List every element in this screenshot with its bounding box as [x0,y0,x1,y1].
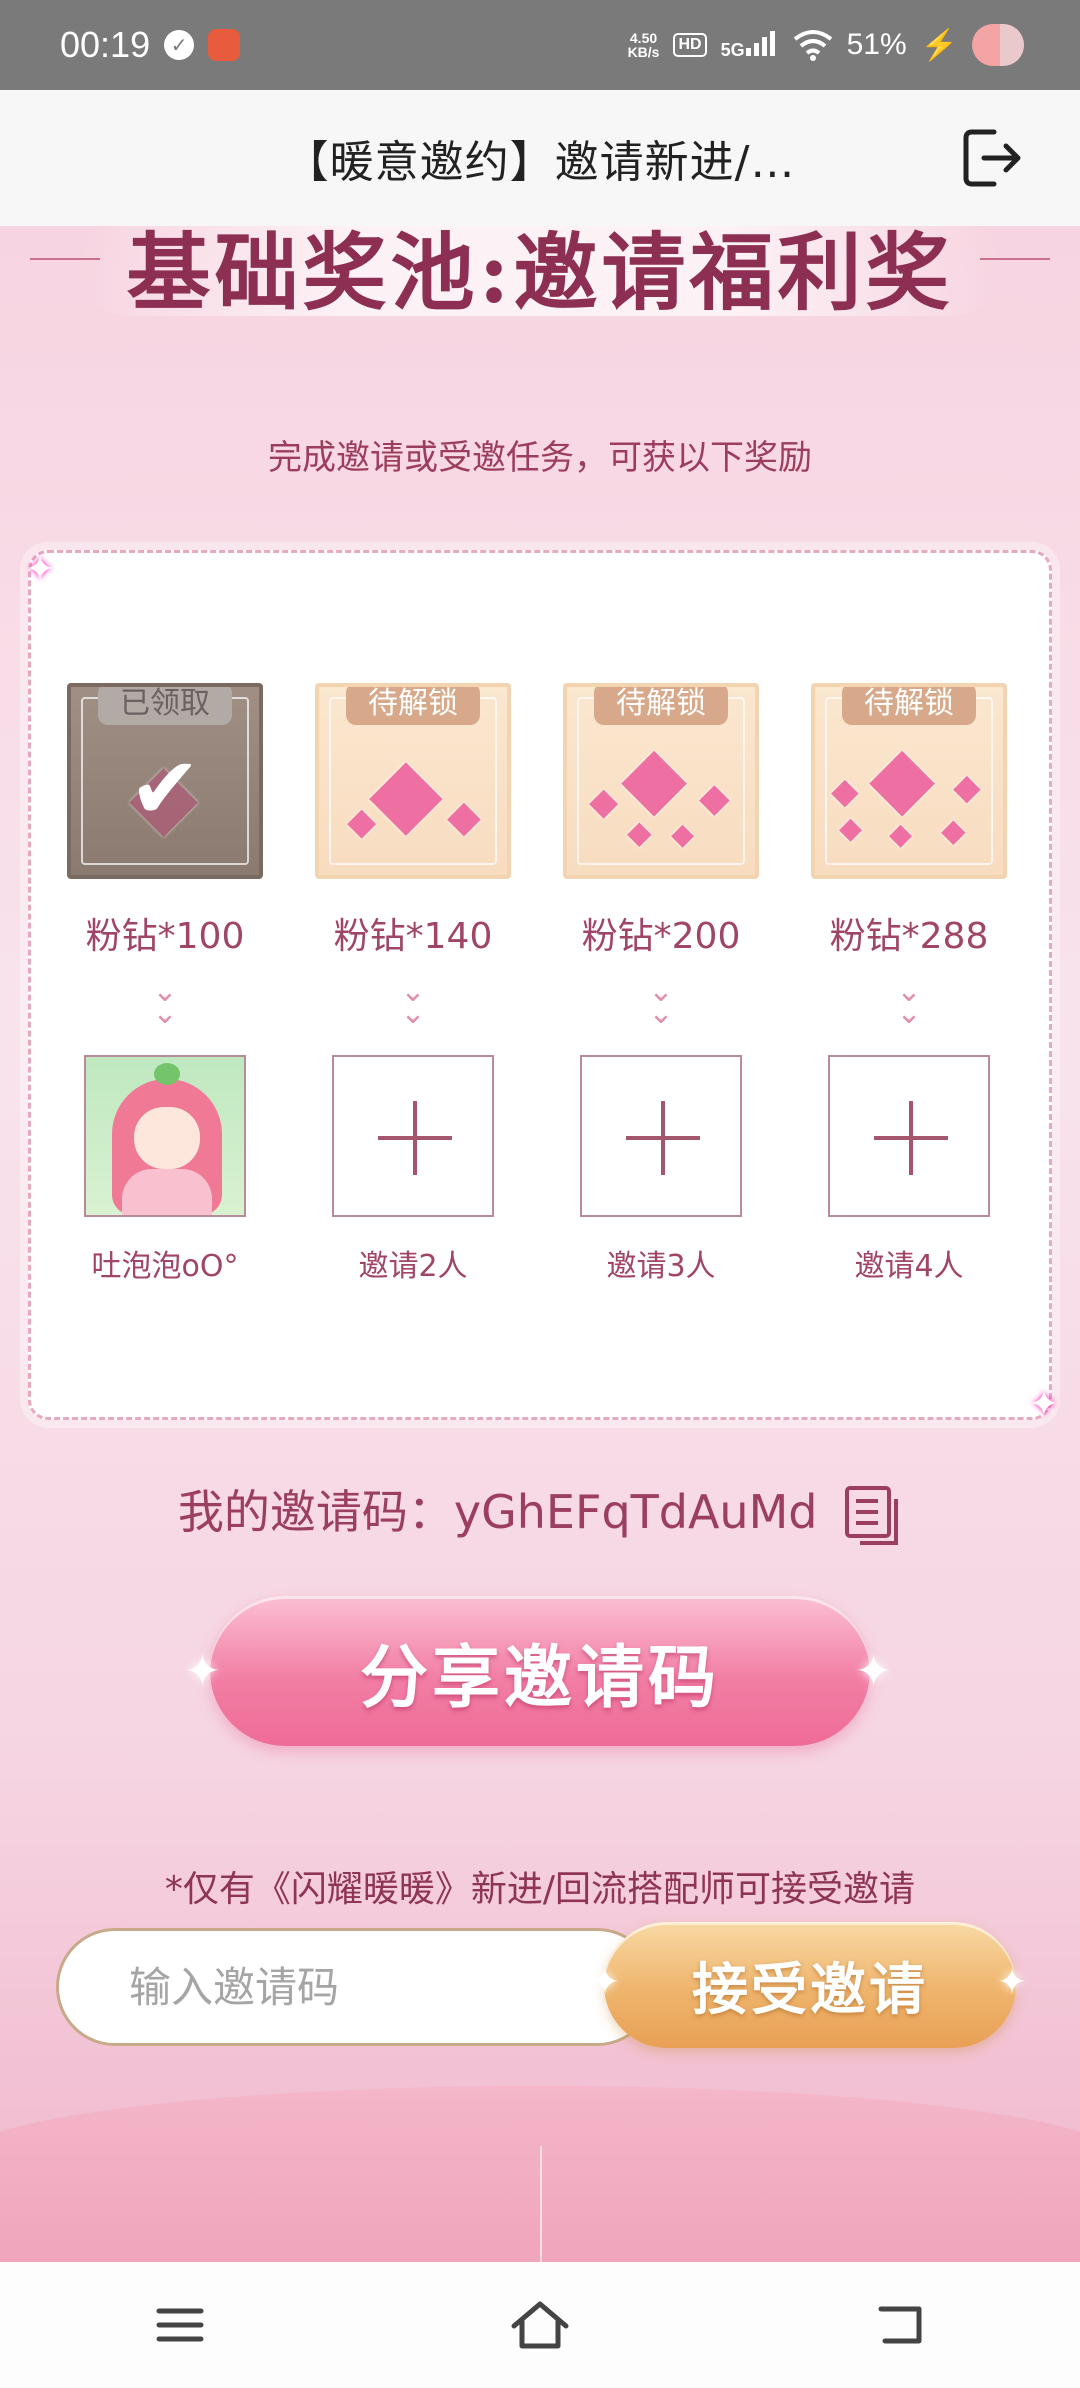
status-bar: 00:19 ✓ 4.50 KB/s HD 5G 51% ⚡ [0,0,1080,90]
sparkle-icon: ✦ [184,1646,225,1697]
invite-code-label: 我的邀请码： [177,1485,454,1539]
reward-tier-3[interactable]: 待解锁 ◆ ◆ ◆ ◆ ◆ 粉钻*200 ⌄ ⌄ 邀请3人 [561,683,761,1285]
share-invite-code-button[interactable]: ✦ 分享邀请码 ✦ [184,1596,892,1746]
banner: 基础奖池:邀请福利奖 [0,226,1080,326]
reward-amount: 粉钻*100 [85,916,245,957]
pink-diamond-icon: ◆ [369,735,443,847]
wifi-icon [793,30,832,61]
chevron-down-icon: ⌄ ⌄ [896,974,922,1031]
sparkle-icon: ✦ [996,1962,1030,2003]
accept-invite-button[interactable]: ✦ 接受邀请 ✦ [590,1922,1027,2048]
pink-diamond-icon: ◆ [889,817,913,852]
reward-description: 完成邀请或受邀任务，可获以下奖励 [268,438,812,478]
exit-icon[interactable] [960,126,1024,190]
invite-requirement: 邀请2人 [358,1249,468,1284]
invite-code-input[interactable] [56,1928,656,2046]
status-time: 00:19 [60,24,151,65]
status-badge: 待解锁 [346,687,480,725]
signal-5g-icon: 5G [721,30,779,61]
pink-diamond-icon: ◆ [941,811,966,849]
banner-title: 基础奖池:邀请福利奖 [126,226,954,322]
decorative-divider [540,2146,542,2262]
share-button-label: 分享邀请码 [359,1638,720,1718]
system-nav-bar [0,2262,1080,2388]
eligibility-notice: *仅有《闪耀暖暖》新进/回流搭配师可接受邀请 [164,1869,916,1910]
reward-card: ✦ ✦ 已领取 ◆ ✔ 粉钻*100 ⌄ ⌄ 吐泡泡oO° 待解锁 ◆ ◆ ◆ … [25,549,1059,1425]
back-icon [878,2306,922,2344]
accept-button-label: 接受邀请 [692,1957,928,2023]
add-invite-slot[interactable] [332,1055,494,1217]
invited-user-avatar [84,1055,246,1217]
reward-tier-4[interactable]: 待解锁 ◆ ◆ ◆ ◆ ◆ ◆ 粉钻*288 ⌄ ⌄ 邀请4人 [809,683,1009,1285]
pink-diamond-icon: ◆ [671,817,695,852]
reward-amount: 粉钻*288 [829,916,989,957]
menu-button[interactable] [145,2295,215,2355]
add-invite-slot[interactable] [580,1055,742,1217]
page-title: 【暖意邀约】邀请新进/… [284,137,796,188]
chevron-down-icon: ⌄ ⌄ [648,974,674,1031]
reward-amount: 粉钻*200 [581,916,741,957]
reward-tier-2[interactable]: 待解锁 ◆ ◆ ◆ 粉钻*140 ⌄ ⌄ 邀请2人 [313,683,513,1285]
chevron-down-icon: ⌄ ⌄ [152,974,178,1031]
reward-gift-box[interactable]: 待解锁 ◆ ◆ ◆ [315,683,511,879]
pink-diamond-icon: ◆ [447,791,481,842]
title-bar: 【暖意邀约】邀请新进/… [0,90,1080,226]
back-button[interactable] [865,2295,935,2355]
network-speed: 4.50 KB/s [627,30,660,60]
hd-icon: HD [673,33,707,57]
home-icon [511,2301,569,2349]
pink-diamond-icon: ◆ [699,775,730,821]
pink-diamond-icon: ◆ [627,813,652,851]
copy-icon[interactable] [844,1485,902,1547]
reward-tier-1[interactable]: 已领取 ◆ ✔ 粉钻*100 ⌄ ⌄ 吐泡泡oO° [65,683,265,1285]
invite-requirement: 邀请4人 [854,1249,964,1284]
status-badge: 待解锁 [842,687,976,725]
sparkle-icon: ✦ [590,1962,624,2003]
battery-percent: 51% [846,28,907,61]
pink-diamond-icon: ◆ [869,727,936,827]
sparkle-icon: ✦ [25,549,56,590]
invite-requirement: 邀请3人 [606,1249,716,1284]
app-notification-icon [208,29,241,61]
pink-diamond-icon: ◆ [839,811,863,846]
sparkle-icon: ✦ [1028,1384,1059,1425]
reward-gift-box[interactable]: 待解锁 ◆ ◆ ◆ ◆ ◆ [563,683,759,879]
reward-gift-box[interactable]: 已领取 ◆ ✔ [67,683,263,879]
pink-diamond-icon: ◆ [831,771,859,812]
check-icon: ✔ [128,738,202,839]
status-badge: 待解锁 [594,687,728,725]
status-badge: 已领取 [98,687,232,725]
battery-icon [972,24,1024,66]
pink-diamond-icon: ◆ [589,779,619,823]
pink-diamond-icon: ◆ [953,767,981,808]
charging-icon: ⚡ [920,28,958,62]
invite-code-value[interactable]: yGhEFqTdAuMd [454,1485,818,1539]
check-circle-icon: ✓ [164,30,195,60]
my-invite-code: 我的邀请码：yGhEFqTdAuMd [0,1476,1080,1547]
invited-user-name: 吐泡泡oO° [91,1249,239,1284]
chevron-down-icon: ⌄ ⌄ [400,974,426,1031]
pink-diamond-icon: ◆ [621,727,688,827]
menu-icon [156,2308,204,2342]
home-button[interactable] [505,2295,575,2355]
add-invite-slot[interactable] [828,1055,990,1217]
reward-amount: 粉钻*140 [333,916,493,957]
main-content: 基础奖池:邀请福利奖 完成邀请或受邀任务，可获以下奖励 ✦ ✦ 已领取 ◆ ✔ … [0,226,1080,2262]
reward-gift-box[interactable]: 待解锁 ◆ ◆ ◆ ◆ ◆ ◆ [811,683,1007,879]
sparkle-icon: ✦ [855,1646,896,1697]
pink-diamond-icon: ◆ [347,799,377,843]
